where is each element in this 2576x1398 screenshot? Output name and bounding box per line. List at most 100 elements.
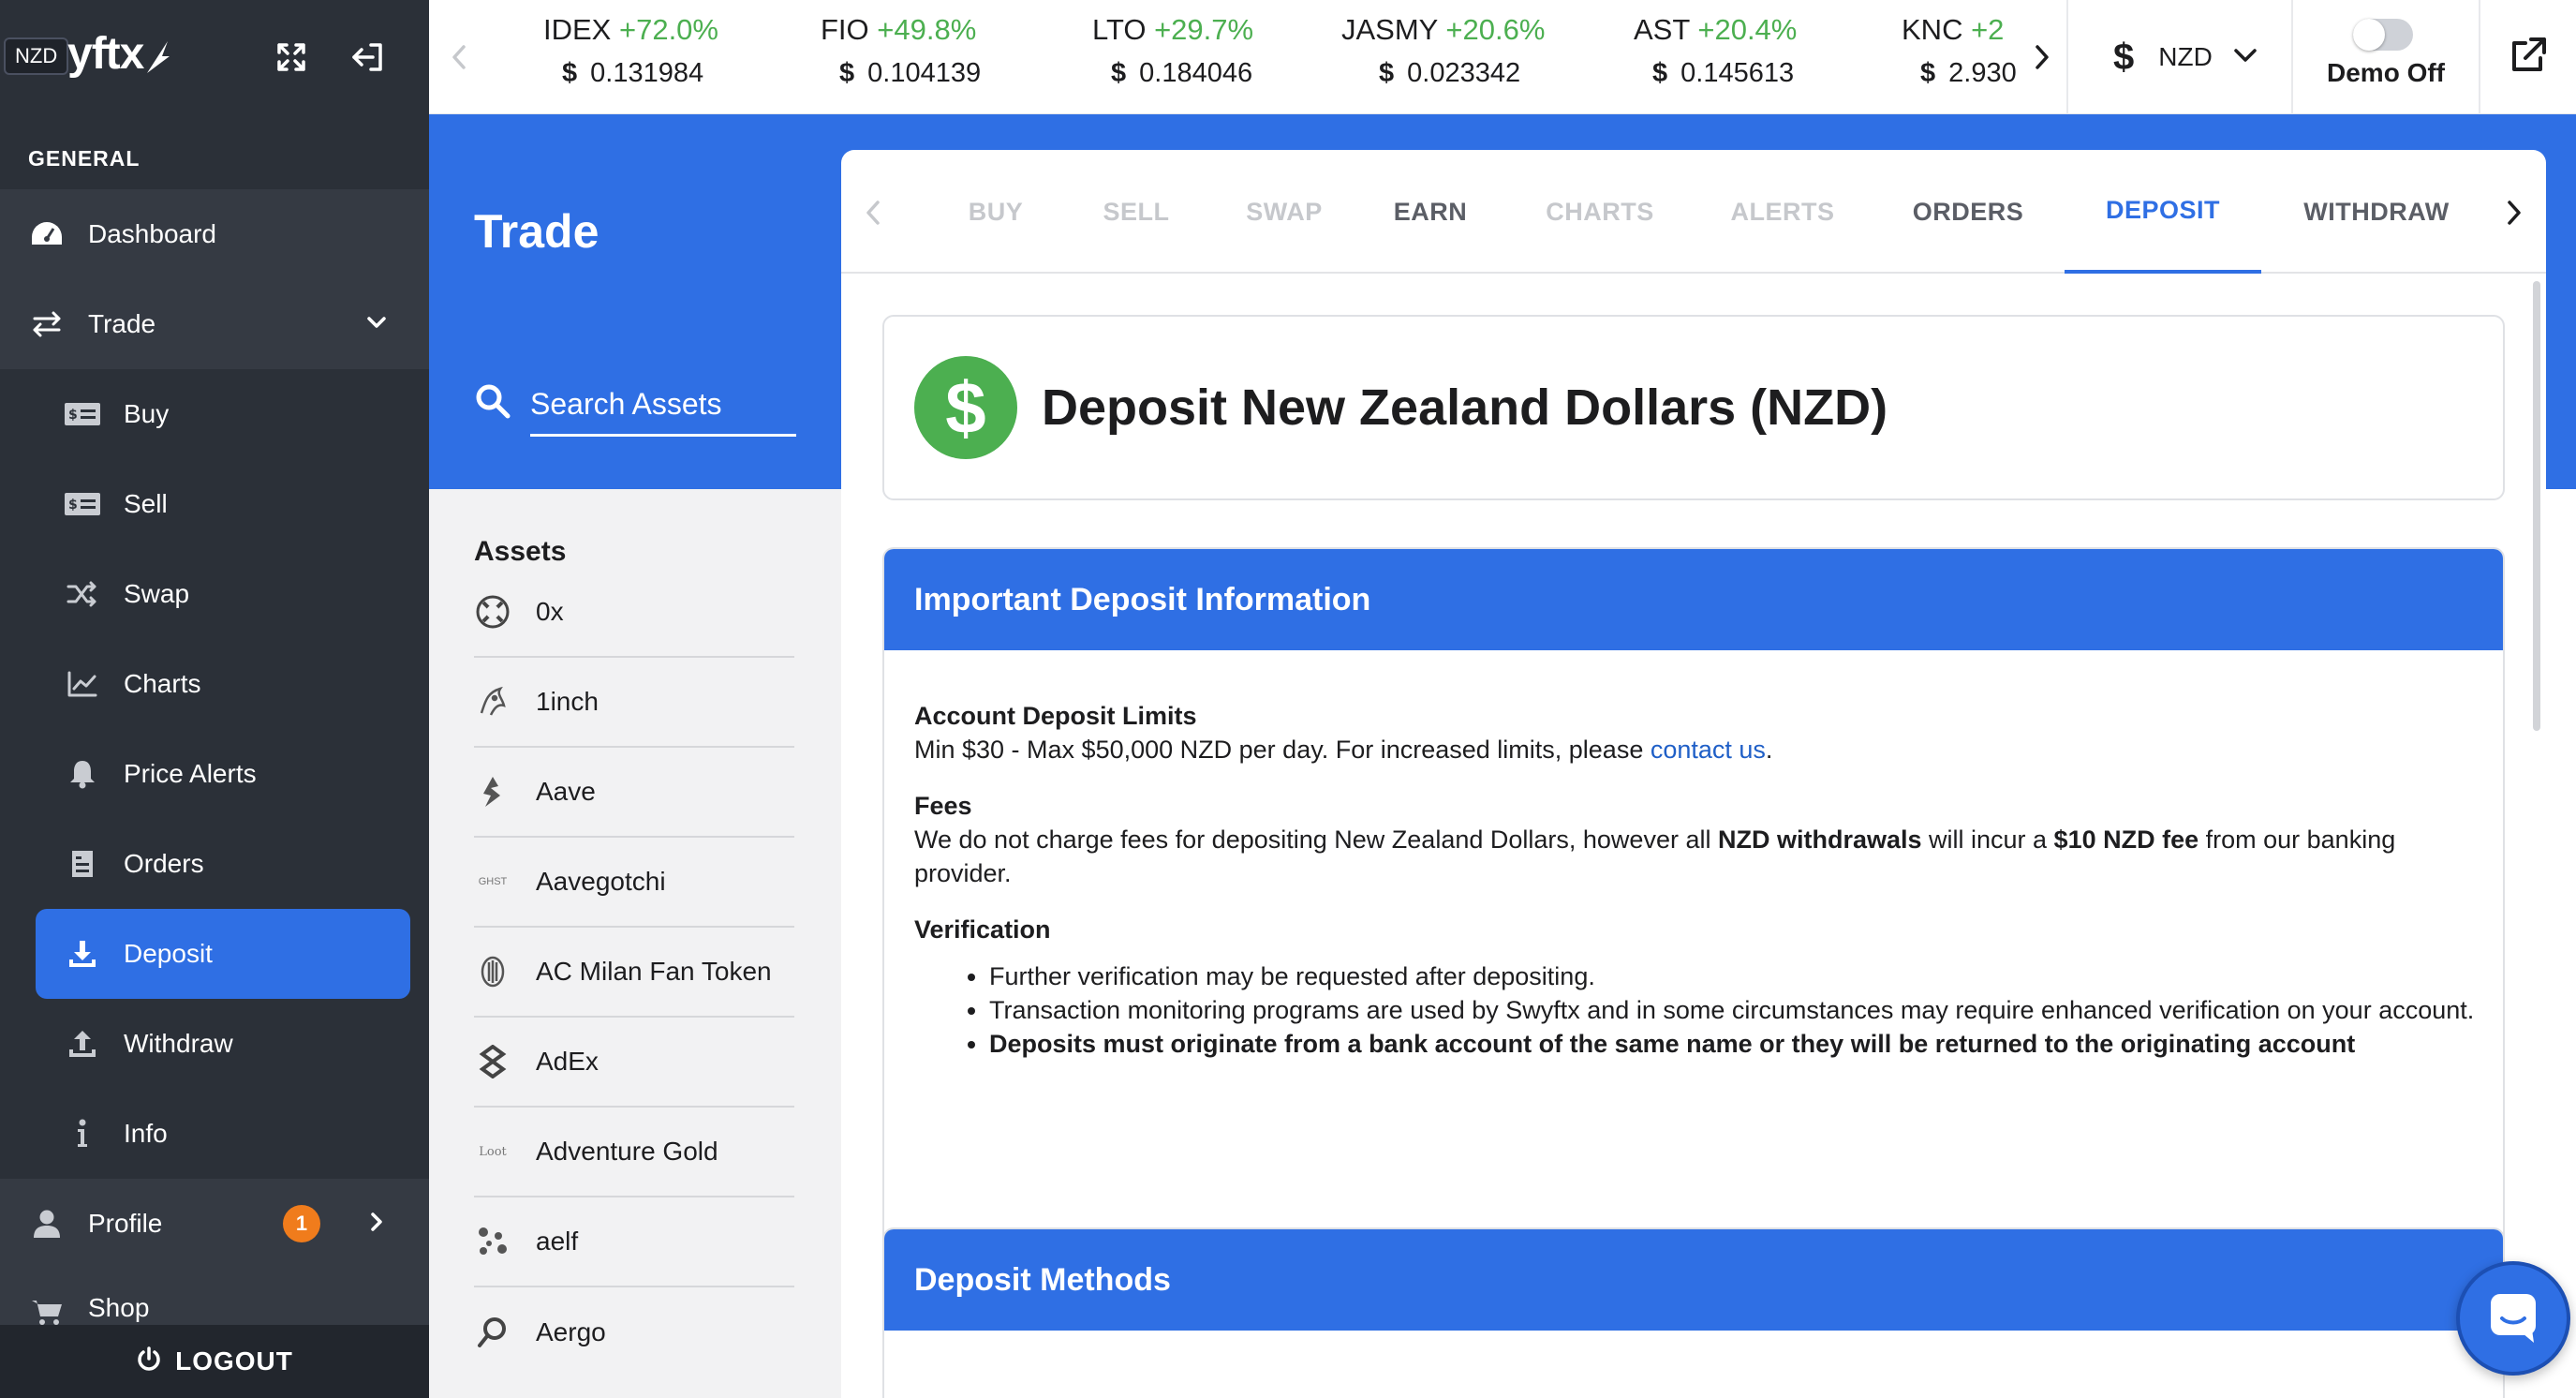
- search-box[interactable]: [474, 375, 796, 440]
- sidebar-item-price-alerts[interactable]: Price Alerts: [0, 729, 429, 819]
- toggle-switch[interactable]: [2353, 19, 2413, 51]
- logout-button[interactable]: LOGOUT: [0, 1325, 429, 1398]
- asset-item-aelf[interactable]: aelf: [474, 1197, 794, 1287]
- ticker-symbol: FIO +49.8%: [821, 13, 976, 47]
- ticker-item[interactable]: LTO +29.7% $0.184046: [1092, 13, 1336, 99]
- currency-badge[interactable]: NZD: [4, 37, 69, 75]
- tab-deposit[interactable]: DEPOSIT: [2065, 150, 2261, 274]
- transfer-arrows-icon: [28, 305, 66, 343]
- chart-line-icon: [64, 665, 101, 703]
- asset-item-aave[interactable]: Aave: [474, 748, 794, 838]
- sidebar-item-orders[interactable]: Orders: [0, 819, 429, 909]
- ticker-item[interactable]: FIO +49.8% $0.104139: [821, 13, 1064, 99]
- asset-item-aergo[interactable]: Aergo: [474, 1287, 794, 1377]
- ticker-symbol: LTO +29.7%: [1092, 13, 1253, 47]
- adex-icon: [474, 1043, 511, 1080]
- sidebar-item-dashboard[interactable]: Dashboard: [0, 189, 429, 279]
- scrollbar[interactable]: [2533, 281, 2540, 731]
- sidebar-item-deposit[interactable]: Deposit: [36, 909, 410, 999]
- ticker-change: +72.0%: [618, 13, 718, 46]
- zrx-icon: [474, 593, 511, 631]
- logo[interactable]: yftx: [67, 28, 171, 80]
- toggle-knob: [2353, 19, 2385, 51]
- tabs-next-button[interactable]: [2495, 191, 2533, 234]
- verification-list: Further verification may be requested af…: [989, 959, 2488, 1061]
- asset-name: 0x: [536, 597, 564, 626]
- asset-item-1inch[interactable]: 1inch: [474, 658, 794, 748]
- ticker-price-value: 2.930: [1948, 58, 2017, 88]
- sidebar-item-charts[interactable]: Charts: [0, 639, 429, 729]
- tab-bar: BUY SELL SWAP EARN CHARTS ALERTS ORDERS …: [841, 150, 2546, 274]
- aelf-icon: [474, 1223, 511, 1260]
- ticker-currency: $: [839, 58, 855, 88]
- ticker-symbol: JASMY +20.6%: [1341, 13, 1545, 47]
- tab-buy[interactable]: BUY: [935, 150, 1057, 274]
- tab-orders[interactable]: ORDERS: [1881, 150, 2055, 274]
- ticker-item[interactable]: IDEX +72.0% $0.131984: [543, 13, 787, 99]
- upload-icon: [64, 1025, 101, 1063]
- external-link-button[interactable]: [2480, 0, 2576, 114]
- info-card-header: Important Deposit Information: [884, 549, 2503, 650]
- unicorn-icon: [474, 683, 511, 721]
- ticker-symbol-text: JASMY: [1341, 13, 1438, 46]
- chat-button[interactable]: [2456, 1261, 2570, 1376]
- chevron-down-icon: [365, 311, 388, 338]
- acm-icon: [474, 953, 511, 990]
- ticker-currency: $: [1920, 58, 1936, 88]
- asset-item-adex[interactable]: AdEx: [474, 1018, 794, 1108]
- limits-heading: Account Deposit Limits: [914, 702, 1197, 730]
- ticker-symbol-text: KNC: [1902, 13, 1963, 46]
- collapse-sidebar-icon[interactable]: [345, 34, 392, 81]
- sidebar-item-sell[interactable]: $ Sell: [0, 459, 429, 549]
- tab-earn[interactable]: EARN: [1362, 150, 1499, 274]
- aave-icon: [474, 773, 511, 811]
- sidebar-item-label: Withdraw: [124, 1029, 233, 1058]
- info-card-title: Important Deposit Information: [914, 581, 1371, 617]
- contact-us-link[interactable]: contact us: [1651, 736, 1766, 764]
- sidebar-item-trade[interactable]: Trade: [0, 279, 429, 369]
- ticker-price: $0.023342: [1379, 58, 1520, 89]
- asset-item-0x[interactable]: 0x: [474, 568, 794, 658]
- sidebar-item-label: Charts: [124, 669, 201, 698]
- cash-icon: $: [64, 395, 101, 433]
- ticker-next-button[interactable]: [2023, 36, 2061, 79]
- currency-selector[interactable]: $ NZD: [2068, 0, 2291, 114]
- fees-bold-2: $10 NZD fee: [2053, 825, 2199, 854]
- assets-panel: Assets 0x 1inch Aave GHST Aavegotchi AC …: [429, 489, 841, 1398]
- sidebar-item-withdraw[interactable]: Withdraw: [0, 999, 429, 1089]
- asset-item-aavegotchi[interactable]: GHST Aavegotchi: [474, 838, 794, 928]
- fees-heading: Fees: [914, 792, 972, 820]
- dashboard-icon: [28, 216, 66, 253]
- sidebar-item-profile[interactable]: Profile 1: [0, 1179, 429, 1269]
- ticker-item[interactable]: JASMY +20.6% $0.023342: [1341, 13, 1622, 99]
- asset-item-ac-milan[interactable]: AC Milan Fan Token: [474, 928, 794, 1018]
- notification-badge: 1: [283, 1205, 320, 1242]
- sidebar-item-shop[interactable]: Shop: [0, 1269, 429, 1325]
- tab-alerts[interactable]: ALERTS: [1699, 150, 1866, 274]
- tabs-prev-button[interactable]: [854, 191, 892, 234]
- tab-withdraw[interactable]: WITHDRAW: [2274, 150, 2479, 274]
- verification-item: Further verification may be requested af…: [989, 959, 2488, 993]
- sidebar-item-buy[interactable]: $ Buy: [0, 369, 429, 459]
- tab-swap[interactable]: SWAP: [1216, 150, 1353, 274]
- ticker-item[interactable]: AST +20.4% $0.145613: [1634, 13, 1877, 99]
- page-title: Trade: [474, 205, 600, 258]
- receipt-icon: [64, 845, 101, 883]
- fullscreen-icon[interactable]: [268, 34, 315, 81]
- asset-item-adventure-gold[interactable]: Loot Adventure Gold: [474, 1108, 794, 1197]
- sidebar-item-label: Price Alerts: [124, 759, 257, 788]
- methods-card-title: Deposit Methods: [914, 1261, 1171, 1298]
- search-input[interactable]: [530, 375, 796, 437]
- limits-text-value: Min $30 - Max $50,000 NZD per day. For i…: [914, 736, 1651, 764]
- demo-mode-toggle[interactable]: Demo Off: [2293, 0, 2479, 114]
- sidebar-item-swap[interactable]: Swap: [0, 549, 429, 639]
- tab-charts[interactable]: CHARTS: [1516, 150, 1684, 274]
- logout-label: LOGOUT: [175, 1346, 293, 1376]
- asset-name: aelf: [536, 1227, 579, 1256]
- ticker-prev-button[interactable]: [440, 36, 478, 79]
- asset-name: AC Milan Fan Token: [536, 957, 772, 986]
- tab-sell[interactable]: SELL: [1075, 150, 1197, 274]
- sidebar-item-info[interactable]: Info: [0, 1089, 429, 1179]
- ticker-currency: $: [1652, 58, 1668, 88]
- verification-item: Deposits must originate from a bank acco…: [989, 1027, 2488, 1061]
